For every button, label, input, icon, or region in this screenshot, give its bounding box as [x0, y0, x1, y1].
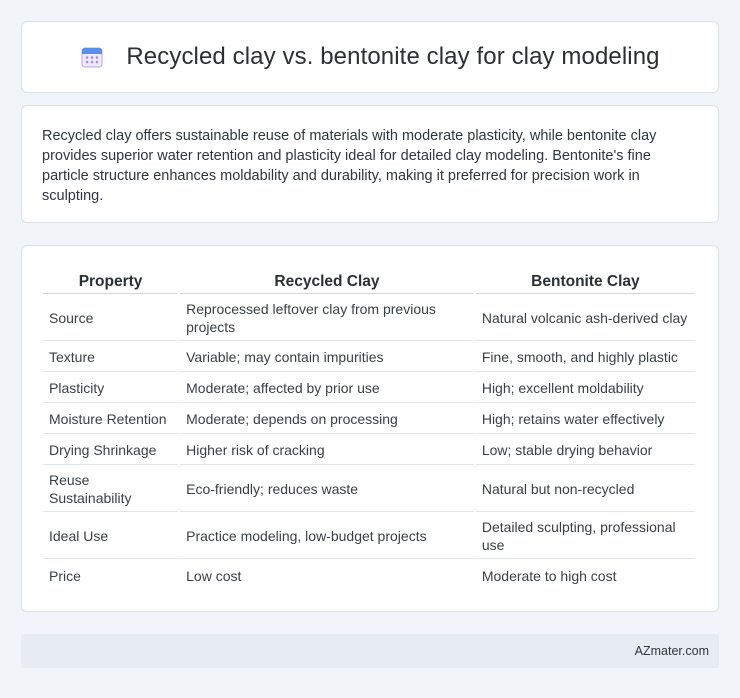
table-row: Texture Variable; may contain impurities…	[43, 343, 695, 372]
bentonite-clay-cell: Low; stable drying behavior	[475, 436, 695, 465]
footer-site-link[interactable]: AZmater.com	[635, 644, 709, 658]
comparison-table: Property Recycled Clay Bentonite Clay So…	[41, 264, 697, 592]
table-row: Moisture Retention Moderate; depends on …	[43, 405, 695, 434]
table-row: Drying Shrinkage Higher risk of cracking…	[43, 436, 695, 465]
table-row: Source Reprocessed leftover clay from pr…	[43, 296, 695, 341]
recycled-clay-cell: Higher risk of cracking	[180, 436, 474, 465]
table-row: Plasticity Moderate; affected by prior u…	[43, 374, 695, 403]
bentonite-clay-cell: High; excellent moldability	[475, 374, 695, 403]
property-cell: Ideal Use	[43, 514, 179, 559]
bentonite-clay-cell: High; retains water effectively	[475, 405, 695, 434]
property-cell: Price	[49, 567, 81, 584]
recycled-clay-cell: Eco-friendly; reduces waste	[180, 467, 474, 512]
property-cell: Source	[43, 296, 179, 341]
bentonite-clay-cell: Detailed sculpting, professional use	[475, 514, 695, 559]
property-cell: Moisture Retention	[43, 405, 179, 434]
property-cell: Drying Shrinkage	[43, 436, 179, 465]
recycled-clay-cell: Moderate; depends on processing	[180, 405, 474, 434]
column-header-property: Property	[43, 266, 179, 294]
summary-card: Recycled clay offers sustainable reuse o…	[21, 105, 719, 223]
table-row: Price Low cost Moderate to high cost	[43, 561, 695, 590]
bentonite-clay-cell: Natural but non-recycled	[475, 467, 695, 512]
recycled-clay-cell: Moderate; affected by prior use	[180, 374, 474, 403]
comparison-table-card: Property Recycled Clay Bentonite Clay So…	[21, 245, 719, 612]
recycled-clay-cell: Practice modeling, low-budget projects	[180, 514, 474, 559]
property-cell: Texture	[43, 343, 179, 372]
recycled-clay-cell: Reprocessed leftover clay from previous …	[180, 296, 474, 341]
property-cell: Reuse Sustainability	[43, 467, 179, 512]
column-header-bentonite-clay: Bentonite Clay	[475, 266, 695, 294]
table-row: Reuse Sustainability Eco-friendly; reduc…	[43, 467, 695, 512]
calendar-icon	[81, 47, 103, 68]
bentonite-clay-cell: Moderate to high cost	[481, 567, 617, 584]
column-header-recycled-clay: Recycled Clay	[180, 266, 474, 294]
page-title: Recycled clay vs. bentonite clay for cla…	[126, 43, 660, 70]
property-cell: Plasticity	[43, 374, 179, 403]
bentonite-clay-cell: Fine, smooth, and highly plastic	[475, 343, 695, 372]
table-header-row: Property Recycled Clay Bentonite Clay	[43, 266, 695, 294]
table-row: Ideal Use Practice modeling, low-budget …	[43, 514, 695, 559]
footer: AZmater.com	[21, 634, 719, 668]
summary-text: Recycled clay offers sustainable reuse o…	[42, 128, 657, 204]
recycled-clay-cell: Low cost	[186, 567, 242, 584]
bentonite-clay-cell: Natural volcanic ash-derived clay	[475, 296, 695, 341]
title-card: Recycled clay vs. bentonite clay for cla…	[21, 21, 719, 93]
recycled-clay-cell: Variable; may contain impurities	[180, 343, 474, 372]
